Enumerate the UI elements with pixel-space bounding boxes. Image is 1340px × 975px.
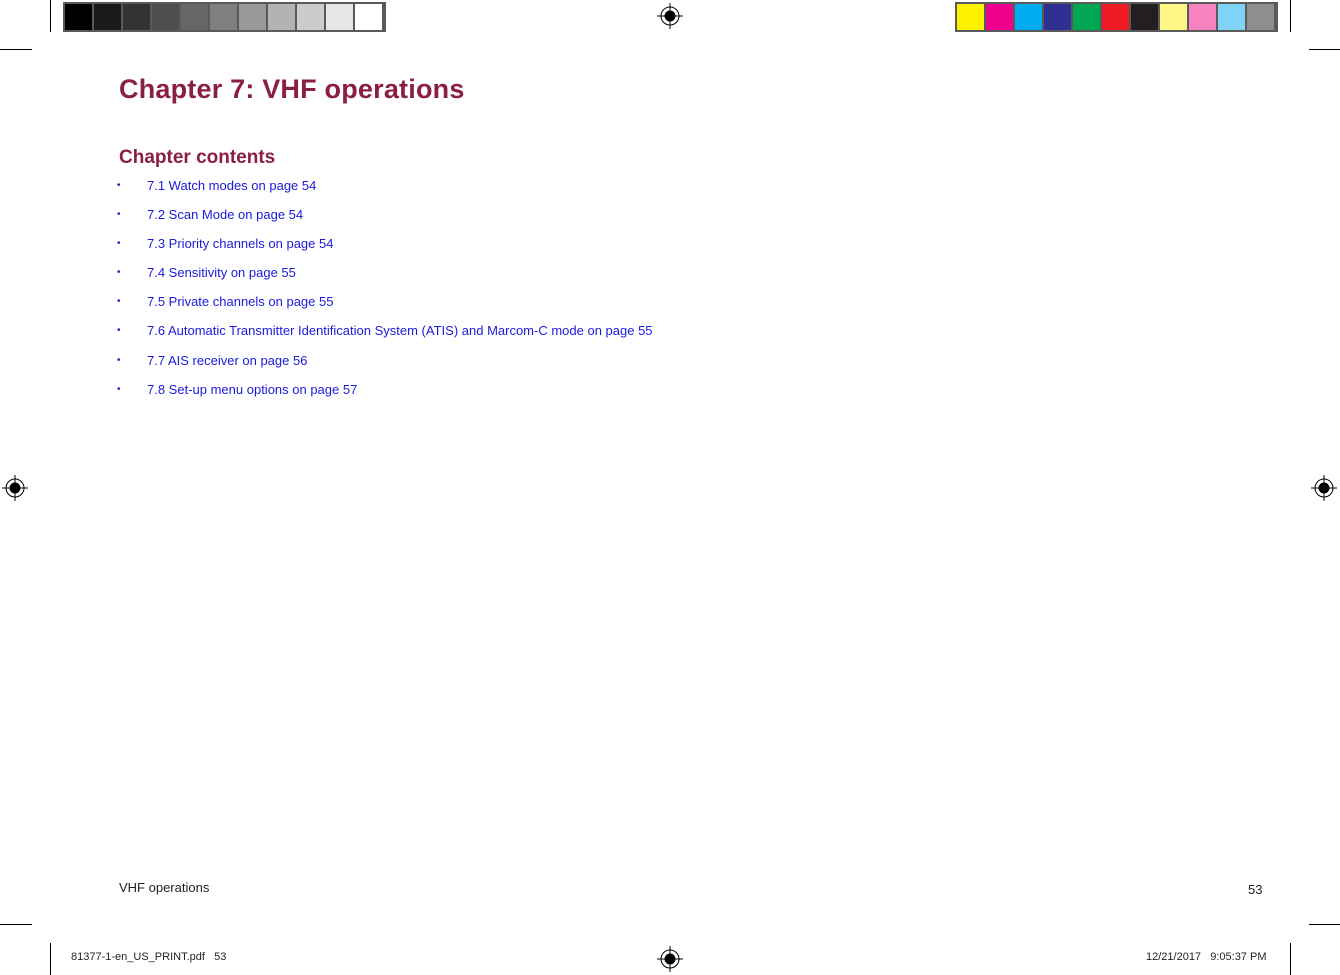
chapter-contents-list: • 7.1 Watch modes on page 54 • 7.2 Scan Mo… (117, 178, 653, 411)
gray-swatch (152, 4, 179, 30)
crop-mark-bottom-right-horizontal (1309, 924, 1340, 925)
crop-mark-top-left-horizontal (0, 49, 32, 50)
color-swatch (1160, 4, 1187, 30)
chapter-title: Chapter 7: VHF operations (119, 74, 465, 104)
bullet: • (117, 383, 121, 395)
toc-link-private-channels[interactable]: 7.5 Private channels on page 55 (147, 294, 333, 309)
toc-item: • 7.2 Scan Mode on page 54 (117, 207, 653, 236)
color-swatch (1218, 4, 1245, 30)
toc-item: • 7.6 Automatic Transmitter Identificatio… (117, 323, 653, 352)
crop-mark-bottom-right-vertical (1290, 943, 1291, 975)
toc-item: • 7.4 Sensitivity on page 55 (117, 265, 653, 294)
process-color-bar (955, 2, 1278, 32)
registration-mark-bottom-icon (657, 946, 683, 972)
color-swatch (1247, 4, 1274, 30)
bullet: • (117, 238, 121, 250)
grayscale-color-bar (63, 2, 386, 32)
bullet: • (117, 354, 121, 366)
slug-timestamp: 12/21/2017 9:05:37 PM (1146, 951, 1267, 963)
color-swatch (1044, 4, 1071, 30)
gray-swatch (239, 4, 266, 30)
color-swatch (1015, 4, 1042, 30)
crop-mark-top-right-horizontal (1309, 49, 1340, 50)
toc-link-ais-receiver[interactable]: 7.7 AIS receiver on page 56 (147, 353, 307, 368)
toc-item: • 7.1 Watch modes on page 54 (117, 178, 653, 207)
registration-mark-left-icon (2, 475, 28, 501)
color-swatch (957, 4, 984, 30)
gray-swatch (94, 4, 121, 30)
gray-swatch (123, 4, 150, 30)
crop-mark-top-right-vertical (1290, 0, 1291, 32)
registration-mark-right-icon (1311, 475, 1337, 501)
toc-link-scan-mode[interactable]: 7.2 Scan Mode on page 54 (147, 207, 303, 222)
crop-mark-bottom-left-vertical (50, 943, 51, 975)
gray-swatch (268, 4, 295, 30)
chapter-contents-heading: Chapter contents (119, 147, 276, 168)
color-swatch (1102, 4, 1129, 30)
gray-swatch (65, 4, 92, 30)
bullet: • (117, 209, 121, 221)
bullet: • (117, 325, 121, 337)
color-swatch (1073, 4, 1100, 30)
footer-section-title: VHF operations (119, 880, 210, 895)
footer-page-number: 53 (1248, 882, 1263, 897)
crop-mark-top-left-vertical (50, 0, 51, 32)
gray-swatch (181, 4, 208, 30)
toc-link-setup-menu-options[interactable]: 7.8 Set-up menu options on page 57 (147, 382, 357, 397)
gray-swatch (355, 4, 382, 30)
toc-item: • 7.3 Priority channels on page 54 (117, 236, 653, 265)
bullet: • (117, 180, 121, 191)
toc-item: • 7.7 AIS receiver on page 56 (117, 353, 653, 382)
gray-swatch (297, 4, 324, 30)
color-swatch (1131, 4, 1158, 30)
color-swatch (1189, 4, 1216, 30)
toc-link-atis-marcom-c[interactable]: 7.6 Automatic Transmitter Identification… (147, 323, 653, 338)
toc-item: • 7.8 Set-up menu options on page 57 (117, 382, 653, 411)
gray-swatch (326, 4, 353, 30)
bullet: • (117, 296, 121, 308)
color-swatch (986, 4, 1013, 30)
toc-link-sensitivity[interactable]: 7.4 Sensitivity on page 55 (147, 265, 296, 280)
toc-item: • 7.5 Private channels on page 55 (117, 294, 653, 323)
toc-link-priority-channels[interactable]: 7.3 Priority channels on page 54 (147, 236, 333, 251)
registration-mark-top-icon (657, 3, 683, 29)
bullet: • (117, 267, 121, 279)
gray-swatch (210, 4, 237, 30)
slug-filename: 81377-1-en_US_PRINT.pdf 53 (71, 951, 227, 963)
crop-mark-bottom-left-horizontal (0, 924, 32, 925)
toc-link-watch-modes[interactable]: 7.1 Watch modes on page 54 (147, 178, 316, 193)
